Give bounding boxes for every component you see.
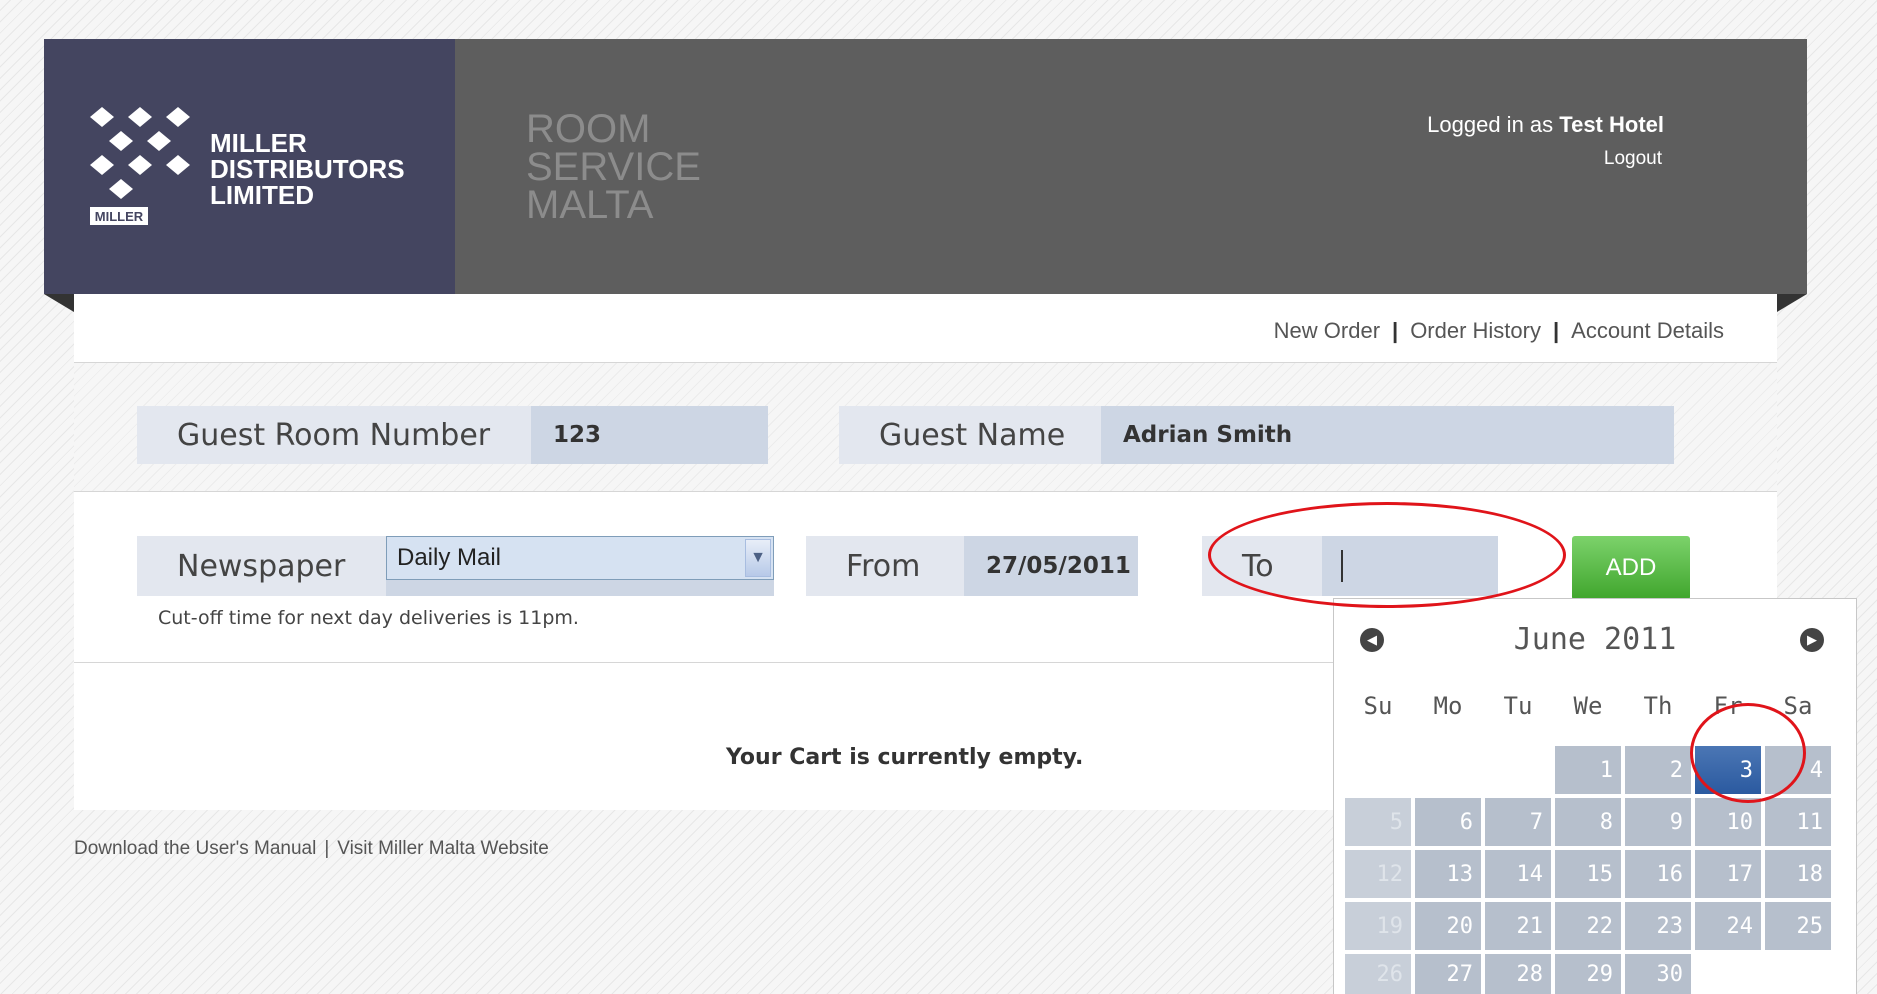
to-label: To <box>1202 536 1322 596</box>
logout-link[interactable]: Logout <box>1604 148 1662 170</box>
brand-name-line: DISTRIBUTORS <box>210 154 405 184</box>
nav-separator: | <box>1392 318 1399 343</box>
weekday-label: Th <box>1643 692 1673 720</box>
datepicker-day[interactable]: 11 <box>1765 798 1831 846</box>
datepicker-day[interactable]: 4 <box>1765 746 1831 794</box>
newspaper-selected-value: Daily Mail <box>397 544 502 571</box>
newspaper-label: Newspaper <box>137 536 386 596</box>
weekday-label: Mo <box>1433 692 1463 720</box>
brand-name-line: MILLER <box>210 128 307 158</box>
miller-logo-icon: MILLER <box>90 107 190 225</box>
datepicker-day: 26 <box>1345 954 1411 994</box>
datepicker-month-title: June 2011 <box>1513 622 1677 657</box>
site-title: ROOM SERVICE MALTA <box>526 107 701 227</box>
header-fold-right <box>1777 294 1807 312</box>
weekday-label: Tu <box>1503 692 1533 720</box>
datepicker-day[interactable]: 20 <box>1415 902 1481 950</box>
datepicker-day[interactable]: 10 <box>1695 798 1761 846</box>
datepicker-day[interactable]: 17 <box>1695 850 1761 898</box>
datepicker-day[interactable]: 23 <box>1625 902 1691 950</box>
newspaper-select[interactable]: Daily Mail ▼ <box>386 536 774 580</box>
datepicker-day[interactable]: 24 <box>1695 902 1761 950</box>
datepicker-day[interactable]: 21 <box>1485 902 1551 950</box>
site-title-line: SERVICE <box>526 145 701 189</box>
nav-new-order[interactable]: New Order <box>1274 318 1380 343</box>
datepicker-day[interactable]: 13 <box>1415 850 1481 898</box>
datepicker-day: 19 <box>1345 902 1411 950</box>
datepicker-day[interactable]: 15 <box>1555 850 1621 898</box>
datepicker-day[interactable]: 27 <box>1415 954 1481 994</box>
nav-order-history[interactable]: Order History <box>1410 318 1541 343</box>
weekday-label: Su <box>1363 692 1393 720</box>
nav-account-details[interactable]: Account Details <box>1571 318 1724 343</box>
datepicker-day: 5 <box>1345 798 1411 846</box>
download-manual-link[interactable]: Download the User's Manual <box>74 838 316 859</box>
to-date-field[interactable] <box>1322 536 1498 596</box>
datepicker-day[interactable]: 9 <box>1625 798 1691 846</box>
logo-tag: MILLER <box>95 209 144 224</box>
site-title-line: ROOM <box>526 107 651 151</box>
weekday-label: Fr <box>1713 692 1743 720</box>
datepicker-day[interactable]: 30 <box>1625 954 1691 994</box>
guest-name-field[interactable]: Adrian Smith <box>1101 406 1674 464</box>
datepicker-day[interactable]: 16 <box>1625 850 1691 898</box>
cart-empty-message: Your Cart is currently empty. <box>726 745 1084 770</box>
add-button[interactable]: ADD <box>1572 536 1690 600</box>
brand-name-line: LIMITED <box>210 180 314 210</box>
nav-separator: | <box>1552 318 1560 343</box>
datepicker-day[interactable]: 18 <box>1765 850 1831 898</box>
datepicker-day[interactable]: 6 <box>1415 798 1481 846</box>
logged-in-prefix: Logged in as <box>1427 112 1554 137</box>
site-title-line: MALTA <box>526 183 654 227</box>
from-date-field[interactable]: 27/05/2011 <box>964 536 1138 596</box>
datepicker-day[interactable]: 28 <box>1485 954 1551 994</box>
logged-in-user: Test Hotel <box>1559 112 1664 137</box>
datepicker-day[interactable]: 22 <box>1555 902 1621 950</box>
datepicker-day[interactable]: 7 <box>1485 798 1551 846</box>
datepicker-day[interactable]: 14 <box>1485 850 1551 898</box>
guest-room-label: Guest Room Number <box>137 406 531 464</box>
weekday-label: We <box>1573 692 1603 720</box>
brand-name: MILLER DISTRIBUTORS LIMITED <box>210 130 440 208</box>
datepicker-day[interactable]: 25 <box>1765 902 1831 950</box>
cutoff-note: Cut-off time for next day deliveries is … <box>158 607 579 629</box>
datepicker-day[interactable]: 2 <box>1625 746 1691 794</box>
header-fold-left <box>44 294 74 312</box>
guest-room-field[interactable]: 123 <box>531 406 768 464</box>
footer-separator: | <box>324 838 330 859</box>
datepicker-day[interactable]: 8 <box>1555 798 1621 846</box>
main-nav: New Order | Order History | Account Details <box>1274 318 1724 344</box>
datepicker-day-selected[interactable]: 3 <box>1695 746 1761 794</box>
footer-links: Download the User's Manual | Visit Miller … <box>74 838 549 860</box>
datepicker-day: 12 <box>1345 850 1411 898</box>
text-caret <box>1341 550 1343 582</box>
chevron-down-icon[interactable]: ▼ <box>745 539 771 577</box>
guest-name-label: Guest Name <box>839 406 1101 464</box>
weekday-label: Sa <box>1783 692 1813 720</box>
datepicker-day[interactable]: 1 <box>1555 746 1621 794</box>
divider <box>74 491 1777 492</box>
from-label: From <box>806 536 964 596</box>
datepicker-day[interactable]: 29 <box>1555 954 1621 994</box>
logged-in-status: Logged in as Test Hotel <box>1427 112 1664 138</box>
miller-website-link[interactable]: Visit Miller Malta Website <box>337 838 549 859</box>
